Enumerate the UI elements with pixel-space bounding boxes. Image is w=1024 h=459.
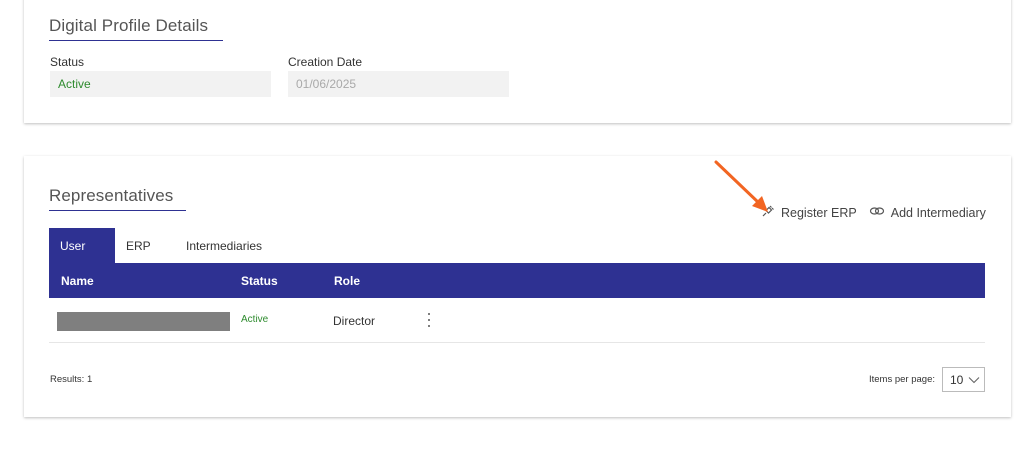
column-header-role[interactable]: Role bbox=[334, 274, 360, 288]
add-intermediary-button[interactable]: Add Intermediary bbox=[869, 204, 986, 221]
items-per-page-select[interactable]: 10 bbox=[942, 367, 985, 392]
column-header-status[interactable]: Status bbox=[241, 274, 278, 288]
column-header-name[interactable]: Name bbox=[61, 274, 94, 288]
chevron-down-icon bbox=[963, 373, 980, 387]
representatives-title-underline bbox=[49, 210, 186, 211]
profile-section-title: Digital Profile Details bbox=[49, 16, 209, 35]
results-count: Results: 1 bbox=[50, 374, 93, 385]
row-status: Active bbox=[241, 314, 269, 325]
tab-user[interactable]: User bbox=[49, 228, 115, 263]
status-label: Status bbox=[50, 55, 85, 69]
table-header: Name Status Role bbox=[49, 263, 985, 298]
link-icon bbox=[869, 204, 891, 221]
tab-erp[interactable]: ERP bbox=[115, 228, 175, 263]
table-row: Active Director bbox=[49, 298, 985, 343]
creation-date-field: 01/06/2025 bbox=[288, 71, 509, 97]
items-per-page-label: Items per page: bbox=[869, 374, 936, 385]
redacted-name bbox=[57, 312, 230, 331]
kebab-menu-icon[interactable] bbox=[425, 311, 433, 329]
register-erp-label: Register ERP bbox=[781, 205, 857, 220]
representatives-tabs: User ERP Intermediaries bbox=[49, 228, 273, 263]
register-erp-button[interactable]: Register ERP bbox=[761, 204, 857, 221]
status-field: Active bbox=[50, 71, 271, 97]
items-per-page-value: 10 bbox=[950, 372, 964, 387]
representatives-section-title: Representatives bbox=[49, 186, 174, 205]
creation-date-label: Creation Date bbox=[288, 55, 363, 69]
plug-icon bbox=[761, 204, 781, 221]
representatives-actions: Register ERP Add Intermediary bbox=[761, 204, 986, 221]
profile-card: Digital Profile Details Status Active Cr… bbox=[24, 0, 1011, 123]
add-intermediary-label: Add Intermediary bbox=[890, 205, 986, 220]
row-role: Director bbox=[333, 314, 376, 328]
tab-intermediaries[interactable]: Intermediaries bbox=[175, 228, 273, 263]
profile-title-underline bbox=[49, 40, 223, 41]
